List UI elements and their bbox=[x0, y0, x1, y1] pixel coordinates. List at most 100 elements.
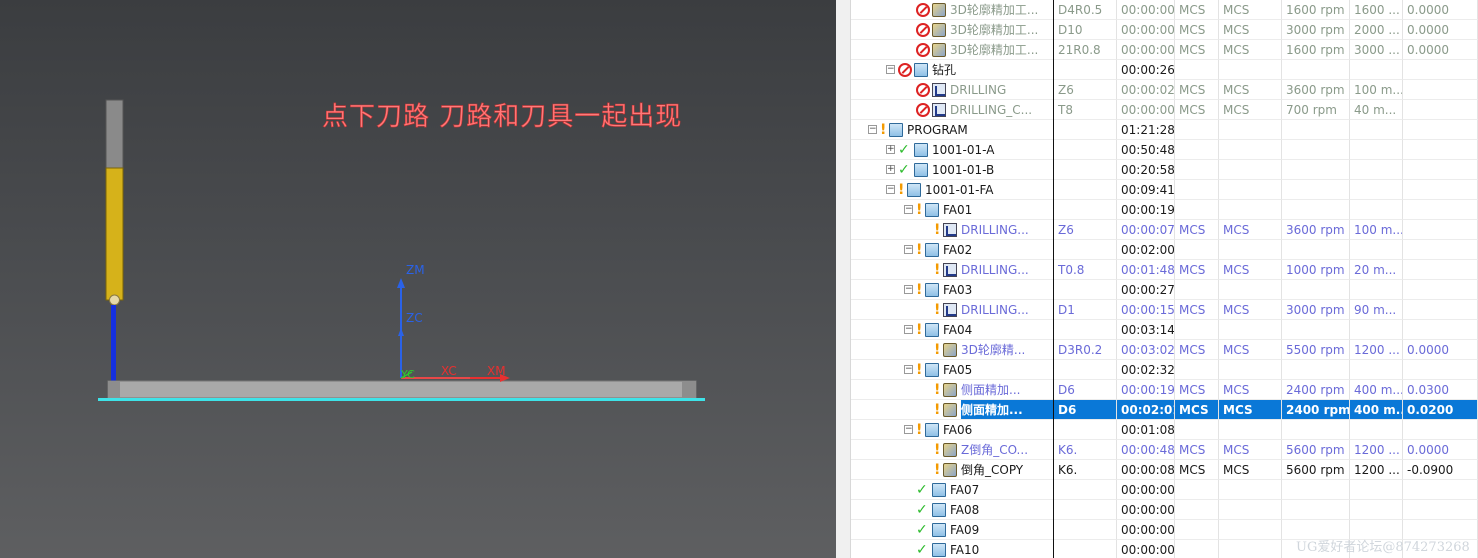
tree-cell[interactable]: ✓ FA08 bbox=[851, 500, 1054, 520]
column-divider[interactable] bbox=[1053, 0, 1054, 558]
speed-cell: 1000 rpm bbox=[1282, 260, 1350, 280]
tree-cell[interactable]: ! 倒角_COPY bbox=[851, 460, 1054, 480]
collapse-icon[interactable]: − bbox=[904, 365, 913, 374]
table-row[interactable]: ! DRILLING... T0.8 00:01:48 MCS MCS 1000 rpm 20… bbox=[851, 260, 1478, 280]
needs-regen-icon: ! bbox=[916, 322, 923, 338]
table-row[interactable]: −! FA06 00:01:08 bbox=[851, 420, 1478, 440]
table-row[interactable]: −! PROGRAM 01:21:28 bbox=[851, 120, 1478, 140]
mcs-cell: MCS bbox=[1219, 100, 1282, 120]
tree-cell[interactable]: − 钻孔 bbox=[851, 60, 1054, 80]
mcs-cell: MCS bbox=[1219, 460, 1282, 480]
expand-icon[interactable]: + bbox=[886, 145, 895, 154]
tree-cell[interactable]: 3D轮廓精加工... bbox=[851, 0, 1054, 20]
collapse-icon[interactable]: − bbox=[886, 65, 895, 74]
table-row[interactable]: 3D轮廓精加工... D10 00:00:00 MCS MCS 3000 rpm 2000 … bbox=[851, 20, 1478, 40]
mcs-cell: MCS bbox=[1219, 40, 1282, 60]
tree-cell[interactable]: −! FA03 bbox=[851, 280, 1054, 300]
tree-cell[interactable]: ✓ FA10 bbox=[851, 540, 1054, 558]
time-cell: 00:02:00 bbox=[1117, 240, 1175, 260]
tree-cell[interactable]: ✓ FA09 bbox=[851, 520, 1054, 540]
table-row[interactable]: ! 侧面精加... D6 00:00:19 MCS MCS 2400 rpm 400 m...… bbox=[851, 380, 1478, 400]
graphics-viewport[interactable]: ZM ZC YC XC XM 点下刀路 刀路和刀具一起出现 bbox=[0, 0, 836, 558]
tree-cell[interactable]: ! DRILLING... bbox=[851, 220, 1054, 240]
expand-icon[interactable]: + bbox=[886, 165, 895, 174]
feed-cell: 90 m... bbox=[1350, 300, 1403, 320]
speed-cell bbox=[1282, 320, 1350, 340]
table-row[interactable]: DRILLING Z6 00:00:02 MCS MCS 3600 rpm 100 m... bbox=[851, 80, 1478, 100]
tree-cell[interactable]: DRILLING bbox=[851, 80, 1054, 100]
feed-cell bbox=[1350, 160, 1403, 180]
operation-name: 1001-01-A bbox=[932, 143, 995, 157]
table-row[interactable]: ✓ FA07 00:00:00 bbox=[851, 480, 1478, 500]
needs-regen-icon: ! bbox=[916, 362, 923, 378]
table-row[interactable]: ! DRILLING... D1 00:00:15 MCS MCS 3000 rpm 90 m… bbox=[851, 300, 1478, 320]
time-cell: 00:00:00 bbox=[1117, 100, 1175, 120]
tree-cell[interactable]: + ✓ 1001-01-B bbox=[851, 160, 1054, 180]
tree-cell[interactable]: −! FA05 bbox=[851, 360, 1054, 380]
table-row[interactable]: −! FA05 00:02:32 bbox=[851, 360, 1478, 380]
collapse-icon[interactable]: − bbox=[868, 125, 877, 134]
geom-cell bbox=[1175, 160, 1219, 180]
tree-cell[interactable]: ! DRILLING... bbox=[851, 300, 1054, 320]
tree-cell[interactable]: ✓ FA07 bbox=[851, 480, 1054, 500]
tree-cell[interactable]: −! FA02 bbox=[851, 240, 1054, 260]
table-row[interactable]: ✓ FA08 00:00:00 bbox=[851, 500, 1478, 520]
table-row[interactable]: + ✓ 1001-01-A 00:50:48 bbox=[851, 140, 1478, 160]
part-body[interactable] bbox=[107, 380, 697, 399]
tool-cell: T8 bbox=[1054, 100, 1117, 120]
tree-cell[interactable]: + ✓ 1001-01-A bbox=[851, 140, 1054, 160]
tree-cell[interactable]: ! 侧面精加... bbox=[851, 400, 1054, 420]
table-row[interactable]: ! Z倒角_CO... K6. 00:00:48 MCS MCS 5600 rpm 1200 … bbox=[851, 440, 1478, 460]
table-row[interactable]: −! FA03 00:00:27 bbox=[851, 280, 1478, 300]
stock-cell: 0.0000 bbox=[1403, 440, 1478, 460]
stock-cell bbox=[1403, 160, 1478, 180]
table-row[interactable]: −! FA02 00:02:00 bbox=[851, 240, 1478, 260]
tree-cell[interactable]: −! PROGRAM bbox=[851, 120, 1054, 140]
tree-cell[interactable]: ! DRILLING... bbox=[851, 260, 1054, 280]
collapse-icon[interactable]: − bbox=[886, 185, 895, 194]
table-row-selected[interactable]: !侧面精加...D600:02:01MCSMCS2400 rpm400 m...… bbox=[851, 400, 1478, 420]
operation-navigator[interactable]: 3D轮廓精加工... D4R0.5 00:00:00 MCS MCS 1600 rpm 16… bbox=[851, 0, 1478, 558]
table-row[interactable]: −! FA01 00:00:19 bbox=[851, 200, 1478, 220]
tree-cell[interactable]: −! FA06 bbox=[851, 420, 1054, 440]
operation-name: DRILLING_C... bbox=[950, 103, 1033, 117]
table-row[interactable]: ! 倒角_COPY K6. 00:00:08 MCS MCS 5600 rpm 1200 ..… bbox=[851, 460, 1478, 480]
collapse-icon[interactable]: − bbox=[904, 325, 913, 334]
tree-cell[interactable]: ! 侧面精加... bbox=[851, 380, 1054, 400]
tree-cell[interactable]: 3D轮廓精加工... bbox=[851, 20, 1054, 40]
collapse-icon[interactable]: − bbox=[904, 205, 913, 214]
table-row[interactable]: ! DRILLING... Z6 00:00:07 MCS MCS 3600 rpm 100 … bbox=[851, 220, 1478, 240]
table-row[interactable]: −! 1001-01-FA 00:09:41 bbox=[851, 180, 1478, 200]
table-row[interactable]: DRILLING_C... T8 00:00:00 MCS MCS 700 rpm 40 m… bbox=[851, 100, 1478, 120]
tree-cell[interactable]: ! Z倒角_CO... bbox=[851, 440, 1054, 460]
operation-name: FA08 bbox=[950, 503, 980, 517]
tree-cell[interactable]: −! FA04 bbox=[851, 320, 1054, 340]
complete-check-icon: ✓ bbox=[916, 482, 928, 498]
complete-check-icon: ✓ bbox=[898, 162, 910, 178]
tool-cell: T0.8 bbox=[1054, 260, 1117, 280]
collapse-icon[interactable]: − bbox=[904, 425, 913, 434]
mcs-cell: MCS bbox=[1219, 400, 1282, 420]
table-row[interactable]: − 钻孔 00:00:26 bbox=[851, 60, 1478, 80]
collapse-icon[interactable]: − bbox=[904, 285, 913, 294]
table-row[interactable]: ! 3D轮廓精... D3R0.2 00:03:02 MCS MCS 5500 rpm 120… bbox=[851, 340, 1478, 360]
vertical-scrollbar[interactable] bbox=[836, 0, 851, 558]
tree-cell[interactable]: ! 3D轮廓精... bbox=[851, 340, 1054, 360]
zc-label: ZC bbox=[406, 311, 423, 325]
table-row[interactable]: + ✓ 1001-01-B 00:20:58 bbox=[851, 160, 1478, 180]
tree-cell[interactable]: DRILLING_C... bbox=[851, 100, 1054, 120]
speed-cell: 1600 rpm bbox=[1282, 40, 1350, 60]
program-folder-icon bbox=[925, 203, 939, 217]
geom-cell bbox=[1175, 60, 1219, 80]
needs-regen-icon: ! bbox=[934, 222, 941, 238]
collapse-icon[interactable]: − bbox=[904, 245, 913, 254]
complete-check-icon: ✓ bbox=[916, 542, 928, 558]
tree-cell[interactable]: 3D轮廓精加工... bbox=[851, 40, 1054, 60]
tree-cell[interactable]: −! FA01 bbox=[851, 200, 1054, 220]
table-row[interactable]: 3D轮廓精加工... 21R0.8 00:00:00 MCS MCS 1600 rpm 30… bbox=[851, 40, 1478, 60]
operation-name: FA07 bbox=[950, 483, 980, 497]
table-row[interactable]: 3D轮廓精加工... D4R0.5 00:00:00 MCS MCS 1600 rpm 16… bbox=[851, 0, 1478, 20]
table-row[interactable]: −! FA04 00:03:14 bbox=[851, 320, 1478, 340]
tree-cell[interactable]: −! 1001-01-FA bbox=[851, 180, 1054, 200]
mcs-cell bbox=[1219, 500, 1282, 520]
